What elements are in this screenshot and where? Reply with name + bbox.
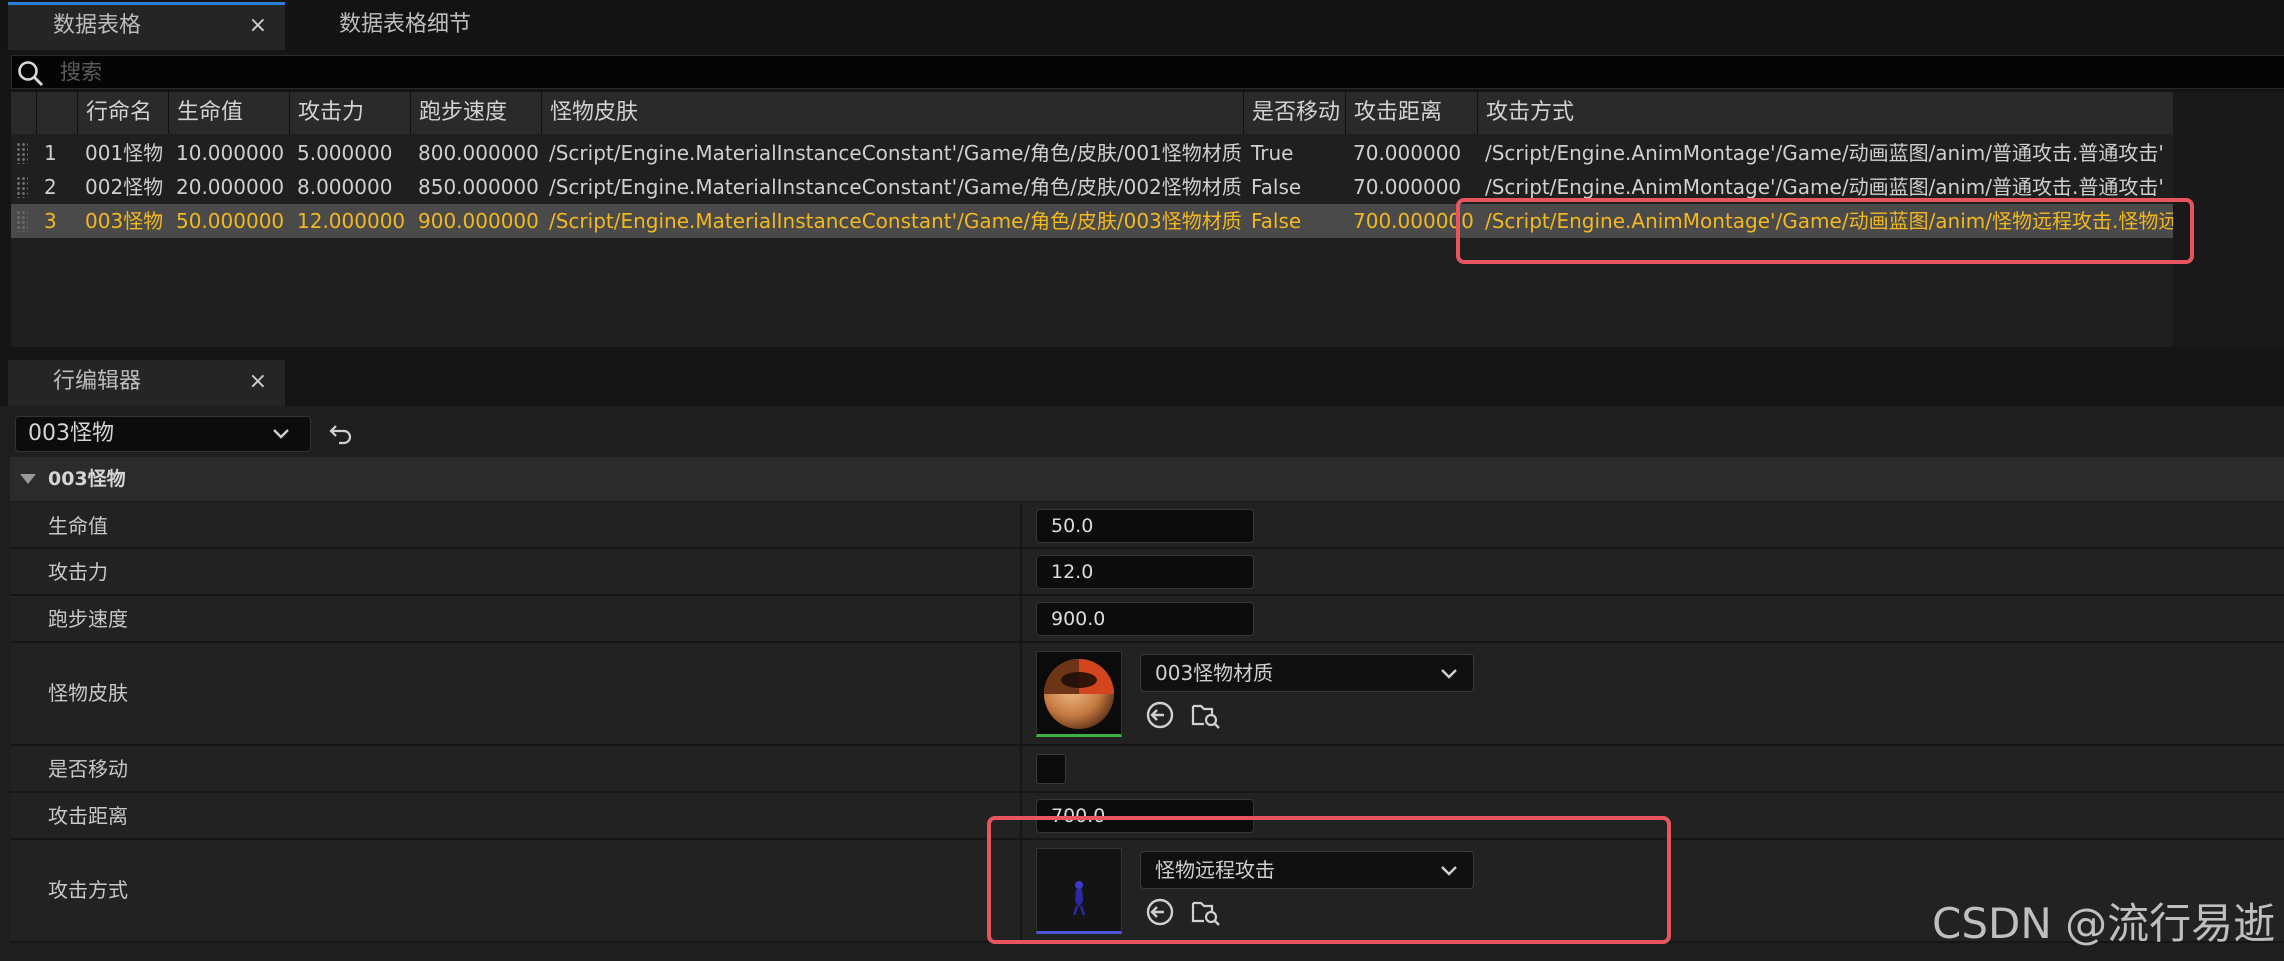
col-header-row-name[interactable]: 行命名 [77,92,168,134]
speed-input[interactable]: 900.0 [1036,602,1254,636]
col-header-attack[interactable]: 攻击力 [289,92,410,134]
row-index: 2 [44,175,57,199]
property-label: 攻击方式 [48,878,128,902]
close-tab-icon[interactable]: × [249,360,267,404]
can-move-checkbox[interactable] [1036,754,1066,784]
column-divider [1020,596,1022,641]
search-input[interactable]: 搜索 [11,55,2284,89]
property-row-hp: 生命值 50.0 [10,503,2284,549]
col-header-range[interactable]: 攻击距离 [1345,92,1477,134]
property-row-attack: 攻击力 12.0 [10,549,2284,596]
property-label: 怪物皮肤 [48,681,128,705]
tab-row-editor[interactable]: 行编辑器 × [8,360,285,406]
drag-handle-icon[interactable] [16,176,28,198]
highlight-box-attack-mode-field [987,816,1671,944]
cell-attack: 12.000000 [297,209,406,233]
close-tab-icon[interactable]: × [249,5,267,47]
cell-speed: 900.000000 [418,209,539,233]
cell-row-name: 001怪物 [85,141,164,165]
material-sphere-icon [1044,659,1114,729]
collapse-arrow-icon[interactable] [18,472,38,486]
row-index: 1 [44,141,57,165]
col-header-skin[interactable]: 怪物皮肤 [541,92,1243,134]
cell-attack-mode: /Script/Engine.AnimMontage'/Game/动画蓝图/an… [1485,141,2164,165]
cell-hp: 10.000000 [176,141,285,165]
cell-can-move: True [1251,141,1294,165]
section-header[interactable]: 003怪物 [10,457,2284,501]
property-row-can-move: 是否移动 [10,746,2284,793]
tab-row-editor-label: 行编辑器 [53,369,142,394]
table-row[interactable]: 1 001怪物 10.000000 5.000000 800.000000 /S… [11,136,2173,170]
table-header: 行命名 生命值 攻击力 跑步速度 怪物皮肤 是否移动 攻击距离 攻击方式 [11,92,2173,134]
row-select-dropdown[interactable]: 003怪物 [15,416,311,452]
col-header-speed[interactable]: 跑步速度 [410,92,541,134]
tab-data-table-details-label: 数据表格细节 [339,12,472,37]
property-label: 跑步速度 [48,607,128,631]
tab-data-table[interactable]: 数据表格 × [8,2,285,50]
tab-data-table-details[interactable]: 数据表格细节 [294,2,554,50]
property-label: 攻击距离 [48,804,128,828]
column-divider [1020,643,1022,744]
property-row-speed: 跑步速度 900.0 [10,596,2284,643]
property-label: 生命值 [48,514,108,538]
drag-handle-icon[interactable] [16,210,28,232]
col-header-hp[interactable]: 生命值 [168,92,289,134]
tab-data-table-label: 数据表格 [53,13,142,38]
row-index: 3 [44,209,57,233]
hp-input[interactable]: 50.0 [1036,509,1254,543]
attack-input[interactable]: 12.0 [1036,555,1254,589]
col-header-index [36,92,77,134]
cell-attack: 8.000000 [297,175,393,199]
property-row-skin: 怪物皮肤 003怪物材质 [10,643,2284,746]
chevron-down-icon [273,429,289,439]
column-divider [1020,746,1022,791]
cell-attack: 5.000000 [297,141,393,165]
cell-speed: 800.000000 [418,141,539,165]
row-editor-tab-bar [0,354,2284,406]
cell-skin: /Script/Engine.MaterialInstanceConstant'… [549,175,1242,199]
material-thumbnail[interactable] [1036,651,1122,737]
chevron-down-icon [1441,669,1457,679]
col-header-can-move[interactable]: 是否移动 [1243,92,1345,134]
watermark: CSDN @流行易逝 [1932,899,2276,948]
browse-asset-icon[interactable] [1190,699,1222,731]
cell-can-move: False [1251,175,1302,199]
drag-handle-icon[interactable] [16,142,28,164]
cell-row-name: 002怪物 [85,175,164,199]
cell-range: 70.000000 [1353,175,1462,199]
cell-speed: 850.000000 [418,175,539,199]
property-label: 是否移动 [48,757,128,781]
row-select-value: 003怪物 [28,421,114,446]
section-title: 003怪物 [48,468,126,490]
property-label: 攻击力 [48,560,108,584]
cell-hp: 50.000000 [176,209,285,233]
reset-undo-icon[interactable] [328,420,354,446]
cell-hp: 20.000000 [176,175,285,199]
highlight-box-attack-mode-cell [1456,198,2194,264]
skin-asset-name: 003怪物材质 [1155,661,1274,685]
search-icon [18,61,44,87]
cell-range: 70.000000 [1353,141,1462,165]
cell-skin: /Script/Engine.MaterialInstanceConstant'… [549,209,1242,233]
cell-can-move: False [1251,209,1302,233]
col-header-handle [11,92,36,134]
column-divider [1020,549,1022,594]
skin-asset-dropdown[interactable]: 003怪物材质 [1140,654,1474,692]
column-divider [1020,503,1022,547]
cell-skin: /Script/Engine.MaterialInstanceConstant'… [549,141,1242,165]
cell-row-name: 003怪物 [85,209,164,233]
use-selected-asset-icon[interactable] [1144,699,1176,731]
search-placeholder: 搜索 [60,60,102,84]
col-header-attack-mode[interactable]: 攻击方式 [1477,92,2173,134]
